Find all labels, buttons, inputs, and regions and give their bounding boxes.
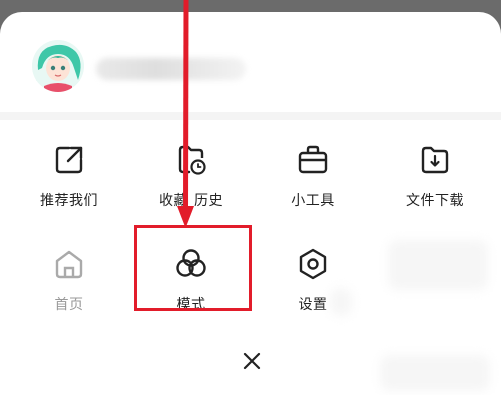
menu-item-label-history: 历史: [194, 193, 223, 209]
blurred-area: [380, 355, 490, 391]
blurred-area: [388, 240, 488, 290]
menu-item-downloads[interactable]: 文件下载: [375, 142, 495, 210]
username-blurred: [96, 58, 246, 80]
download-folder-icon: [421, 146, 449, 174]
toolbox-icon: [298, 145, 328, 174]
section-divider: [0, 112, 501, 120]
menu-item-recommend[interactable]: 推荐我们: [9, 142, 129, 210]
menu-item-label: 文件下载: [406, 193, 464, 209]
anime-avatar-icon: [32, 40, 84, 92]
close-icon: [243, 352, 261, 370]
close-button[interactable]: [236, 345, 268, 377]
menu-item-settings[interactable]: 设置: [253, 246, 373, 314]
favorites-history-icon: [178, 145, 206, 175]
menu-item-label: 设置: [298, 297, 328, 313]
menu-item-home[interactable]: 首页: [9, 246, 129, 314]
menu-item-favorites-history[interactable]: 收藏 历史: [131, 142, 251, 210]
share-icon: [55, 146, 83, 174]
home-icon: [55, 250, 83, 279]
avatar[interactable]: [32, 40, 84, 92]
menu-item-label: 小工具: [291, 193, 335, 209]
blurred-area: [330, 288, 352, 316]
menu-item-label: 收藏 历史: [131, 190, 251, 210]
menu-item-tools[interactable]: 小工具: [253, 142, 373, 210]
menu-item-label: 首页: [54, 297, 84, 313]
menu-item-label: 推荐我们: [40, 193, 98, 209]
annotation-highlight-box: [134, 225, 252, 311]
settings-icon: [299, 248, 327, 280]
menu-item-label-favorites: 收藏: [159, 193, 188, 209]
profile-header[interactable]: [0, 12, 501, 117]
